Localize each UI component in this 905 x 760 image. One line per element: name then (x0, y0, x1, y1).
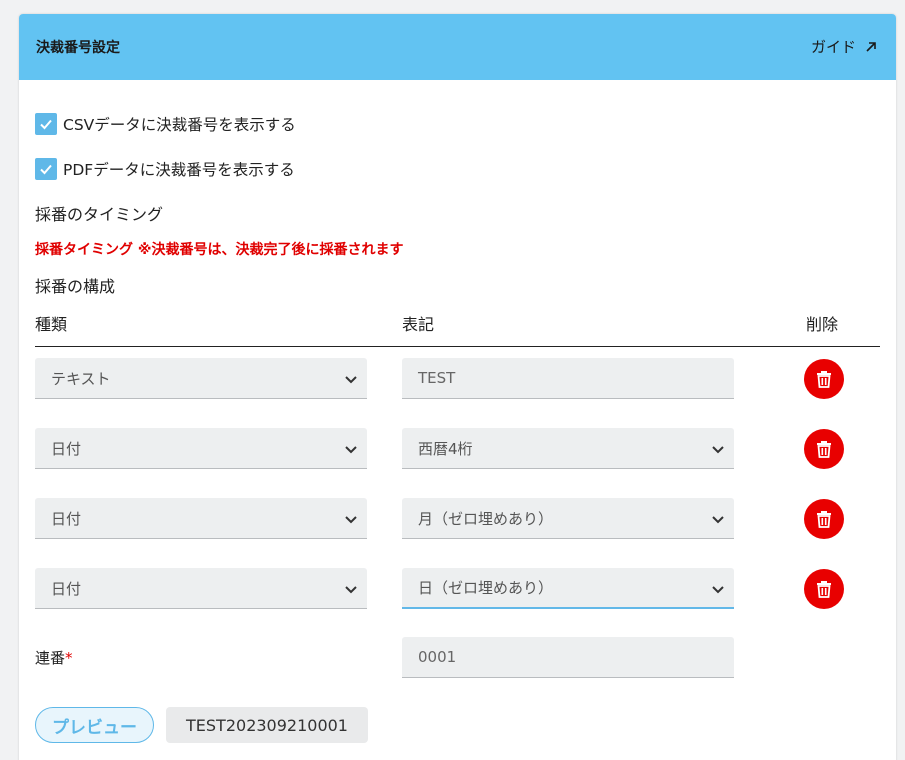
delete-button[interactable] (804, 359, 844, 399)
trash-icon (817, 581, 831, 598)
serial-label-text: 連番 (35, 649, 66, 667)
chevron-down-icon (712, 586, 724, 594)
guide-label: ガイド (810, 38, 856, 56)
type-select-value: 日付 (51, 439, 82, 458)
format-text-value: TEST (418, 369, 456, 387)
column-header-delete: 削除 (806, 315, 839, 334)
check-icon (40, 119, 52, 130)
preview-button[interactable]: プレビュー (35, 707, 154, 743)
preview-value: TEST202309210001 (166, 707, 368, 743)
csv-option[interactable]: CSVデータに決裁番号を表示する (35, 113, 296, 135)
column-header-type: 種類 (35, 315, 68, 334)
column-header-format: 表記 (402, 315, 435, 334)
type-select[interactable]: テキスト (35, 358, 367, 399)
required-mark: * (65, 649, 73, 667)
trash-icon (817, 371, 831, 388)
chevron-down-icon (712, 516, 724, 524)
type-select[interactable]: 日付 (35, 428, 367, 469)
card-header: 決裁番号設定 ガイド (19, 14, 896, 80)
pdf-option-label: PDFデータに決裁番号を表示する (63, 161, 295, 179)
format-select[interactable]: 月（ゼロ埋めあり） (402, 498, 734, 539)
format-select[interactable]: 西暦4桁 (402, 428, 734, 469)
chevron-down-icon (345, 516, 357, 524)
chevron-down-icon (345, 376, 357, 384)
delete-button[interactable] (804, 569, 844, 609)
page-title: 決裁番号設定 (36, 40, 120, 56)
format-select[interactable]: 日（ゼロ埋めあり） (402, 568, 734, 609)
external-link-icon (866, 41, 876, 52)
check-icon (40, 164, 52, 175)
serial-input-value: 0001 (418, 648, 457, 666)
delete-button[interactable] (804, 429, 844, 469)
type-select[interactable]: 日付 (35, 498, 367, 539)
settings-card: 決裁番号設定 ガイド CSVデータに決裁番号を表示する PDFデータに決裁番号を… (19, 14, 896, 760)
format-select-value: 日（ゼロ埋めあり） (418, 579, 554, 597)
type-select[interactable]: 日付 (35, 568, 367, 609)
chevron-down-icon (712, 446, 724, 454)
format-select-value: 西暦4桁 (418, 439, 473, 458)
composition-title: 採番の構成 (35, 277, 116, 296)
csv-option-label: CSVデータに決裁番号を表示する (63, 116, 296, 134)
format-text-input[interactable]: TEST (402, 358, 734, 399)
delete-button[interactable] (804, 499, 844, 539)
chevron-down-icon (345, 446, 357, 454)
serial-label: 連番* (35, 647, 73, 668)
chevron-down-icon (345, 586, 357, 594)
trash-icon (817, 441, 831, 458)
serial-input[interactable]: 0001 (402, 637, 734, 678)
timing-title: 採番のタイミング (35, 205, 164, 224)
pdf-option[interactable]: PDFデータに決裁番号を表示する (35, 158, 295, 180)
header-divider (35, 346, 880, 347)
timing-notice: 採番タイミング ※決裁番号は、決裁完了後に採番されます (35, 242, 404, 258)
type-select-value: 日付 (51, 579, 82, 598)
type-select-value: テキスト (51, 369, 111, 388)
csv-checkbox[interactable] (35, 113, 57, 135)
pdf-checkbox[interactable] (35, 158, 57, 180)
trash-icon (817, 511, 831, 528)
format-select-value: 月（ゼロ埋めあり） (418, 509, 554, 528)
type-select-value: 日付 (51, 509, 82, 528)
guide-link[interactable]: ガイド (811, 36, 878, 57)
